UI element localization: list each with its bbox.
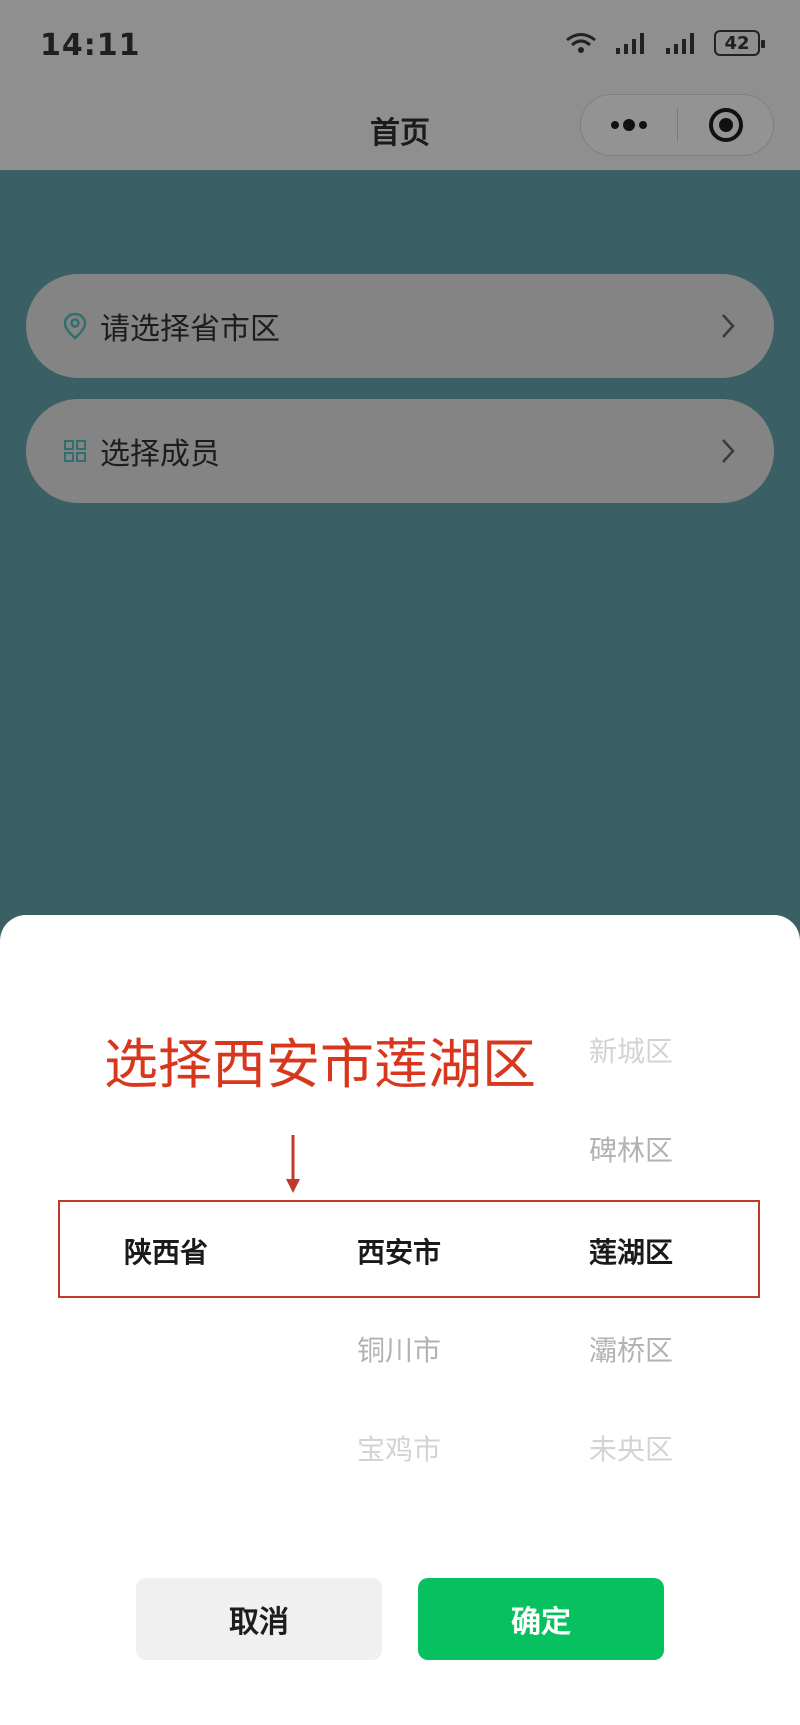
member-select-label: 选择成员 (100, 437, 220, 472)
cell-signal-icon (616, 33, 644, 54)
target-circle-icon (708, 108, 743, 142)
picker-option-district[interactable]: 新城区 (589, 1030, 673, 1070)
chevron-right-icon (722, 439, 735, 463)
confirm-button[interactable]: 确定 (418, 1578, 664, 1660)
more-button[interactable] (581, 95, 677, 155)
more-dots-icon (611, 119, 647, 131)
cell-signal-icon-2 (666, 33, 694, 54)
nav-bar: 首页 (0, 92, 800, 170)
grid-icon (60, 436, 90, 466)
picker-selected-city[interactable]: 西安市 (357, 1231, 441, 1271)
cancel-button[interactable]: 取消 (136, 1578, 382, 1660)
picker-selected-district[interactable]: 莲湖区 (589, 1231, 673, 1271)
picker-option-city[interactable]: 铜川市 (357, 1329, 441, 1369)
member-select-row[interactable]: 选择成员 (26, 399, 774, 503)
picker-option-district[interactable]: 未央区 (589, 1428, 673, 1468)
region-select-row[interactable]: 请选择省市区 (26, 274, 774, 378)
status-icons: 42 (564, 30, 765, 56)
annotation-text: 选择西安市莲湖区 (104, 1033, 536, 1096)
battery-icon: 42 (714, 30, 765, 56)
picker-selected-province[interactable]: 陕西省 (124, 1231, 208, 1271)
close-mini-program-button[interactable] (678, 95, 773, 155)
status-bar: 14:11 42 (0, 0, 800, 92)
picker-option-district[interactable]: 碑林区 (589, 1129, 673, 1169)
location-pin-icon (60, 311, 90, 341)
picker-option-city[interactable]: 宝鸡市 (357, 1428, 441, 1468)
status-time: 14:11 (40, 28, 141, 63)
wifi-icon (566, 33, 596, 53)
chevron-right-icon (722, 314, 735, 338)
mini-program-capsule (580, 94, 774, 156)
region-select-label: 请选择省市区 (100, 312, 280, 347)
annotation-arrow-icon (286, 1135, 300, 1193)
picker-option-district[interactable]: 灞桥区 (589, 1329, 673, 1369)
